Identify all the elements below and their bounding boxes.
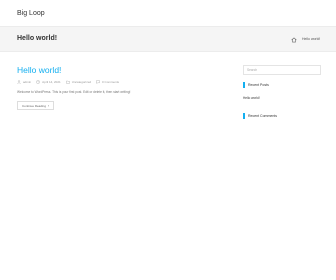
meta-author[interactable]: admin <box>17 80 31 84</box>
meta-date: April 14, 2021 <box>36 80 61 84</box>
recent-posts-label: Recent Posts <box>248 83 269 87</box>
widget-accent-bar <box>243 113 245 119</box>
post-title-link[interactable]: Hello world! <box>17 65 61 75</box>
site-title-link[interactable]: Big Loop <box>17 10 45 17</box>
meta-comments-label: 0 Comments <box>102 80 120 84</box>
clock-icon <box>36 80 40 84</box>
recent-comments-label: Recent Comments <box>248 114 277 118</box>
folder-icon <box>65 80 70 84</box>
meta-category[interactable]: Uncategorized <box>65 80 92 84</box>
continue-reading-button[interactable]: Continue Reading › <box>17 101 55 110</box>
comment-icon <box>96 80 100 84</box>
continue-reading-label: Continue Reading <box>22 103 47 108</box>
page-title: Hello world! <box>17 35 58 42</box>
meta-date-label: April 14, 2021 <box>42 80 61 84</box>
meta-comments[interactable]: 0 Comments <box>96 80 119 84</box>
meta-author-label: admin <box>23 80 32 84</box>
widget-accent-bar <box>243 82 245 88</box>
post-meta: admin April 14, 2021 Uncategorized 0 Com… <box>17 79 122 85</box>
recent-posts-title: Recent Posts <box>243 82 269 88</box>
post-excerpt: Welcome to WordPress. This is your first… <box>17 90 131 94</box>
page-header: Hello world! Hello world! <box>0 26 336 52</box>
user-icon <box>17 80 21 84</box>
recent-comments-title: Recent Comments <box>243 113 277 119</box>
search-box <box>243 65 321 75</box>
recent-post-link[interactable]: Hello world! <box>243 96 260 100</box>
chevron-right-icon: › <box>48 103 50 108</box>
home-icon[interactable] <box>291 37 297 43</box>
site-header: Big Loop <box>0 0 336 26</box>
breadcrumb-current: Hello world! <box>302 37 321 41</box>
search-input[interactable] <box>244 66 320 74</box>
meta-category-label: Uncategorized <box>71 80 92 84</box>
